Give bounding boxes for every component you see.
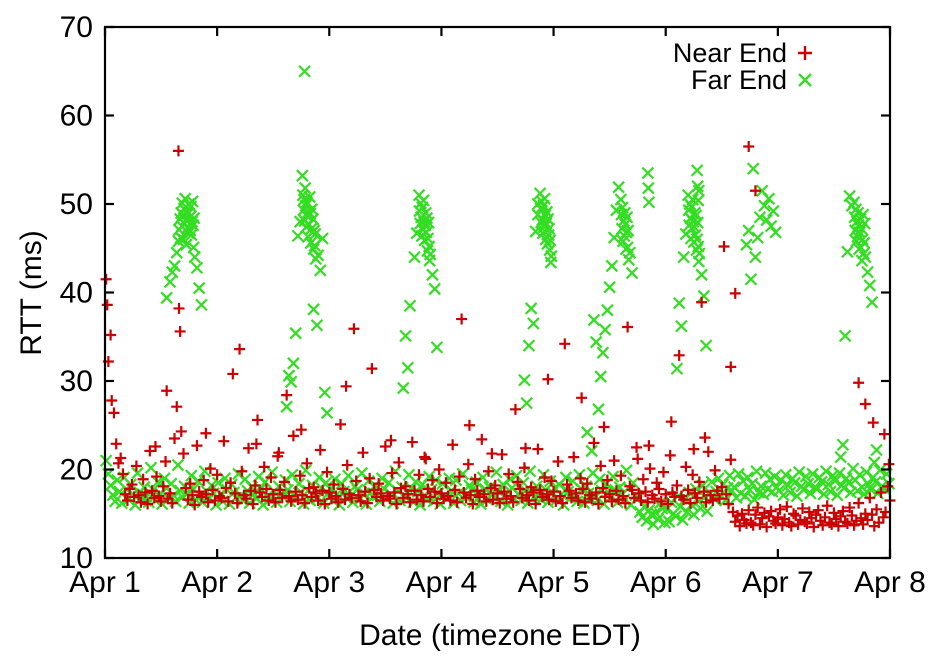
y-tick-label: 50 bbox=[60, 188, 93, 221]
y-tick-label: 60 bbox=[60, 100, 93, 133]
x-tick-label: Apr 6 bbox=[630, 566, 702, 599]
x-tick-label: Apr 4 bbox=[406, 566, 478, 599]
x-tick-label: Apr 2 bbox=[181, 566, 253, 599]
x-axis-title: Date (timezone EDT) bbox=[359, 619, 641, 652]
legend-label-far-end: Far End bbox=[691, 65, 787, 95]
x-tick-label: Apr 3 bbox=[293, 566, 365, 599]
x-tick-label: Apr 5 bbox=[518, 566, 590, 599]
x-tick-label: Apr 8 bbox=[854, 566, 926, 599]
x-axis-tick-labels: Apr 1 Apr 2 Apr 3 Apr 4 Apr 5 Apr 6 Apr 7 Apr 8 bbox=[69, 566, 926, 599]
y-tick-label: 20 bbox=[60, 454, 93, 487]
y-axis-tick-labels: 10203040506070 bbox=[60, 11, 93, 575]
legend-label-near-end: Near End bbox=[673, 38, 787, 68]
y-tick-label: 40 bbox=[60, 277, 93, 310]
scatter-plot-canvas: 10203040506070 Apr 1 Apr 2 Apr 3 Apr 4 Apr 5… bbox=[15, 11, 926, 652]
y-tick-label: 30 bbox=[60, 365, 93, 398]
y-axis-title: RTT (ms) bbox=[15, 230, 48, 356]
x-tick-label: Apr 1 bbox=[69, 566, 141, 599]
y-tick-label: 70 bbox=[60, 11, 93, 44]
rtt-scatter-figure: 10 20 30 40 50 60 70 Apr 1 Apr 2 Apr 3 Apr 4 Apr 5… bbox=[0, 0, 932, 661]
x-tick-label: Apr 7 bbox=[742, 566, 814, 599]
